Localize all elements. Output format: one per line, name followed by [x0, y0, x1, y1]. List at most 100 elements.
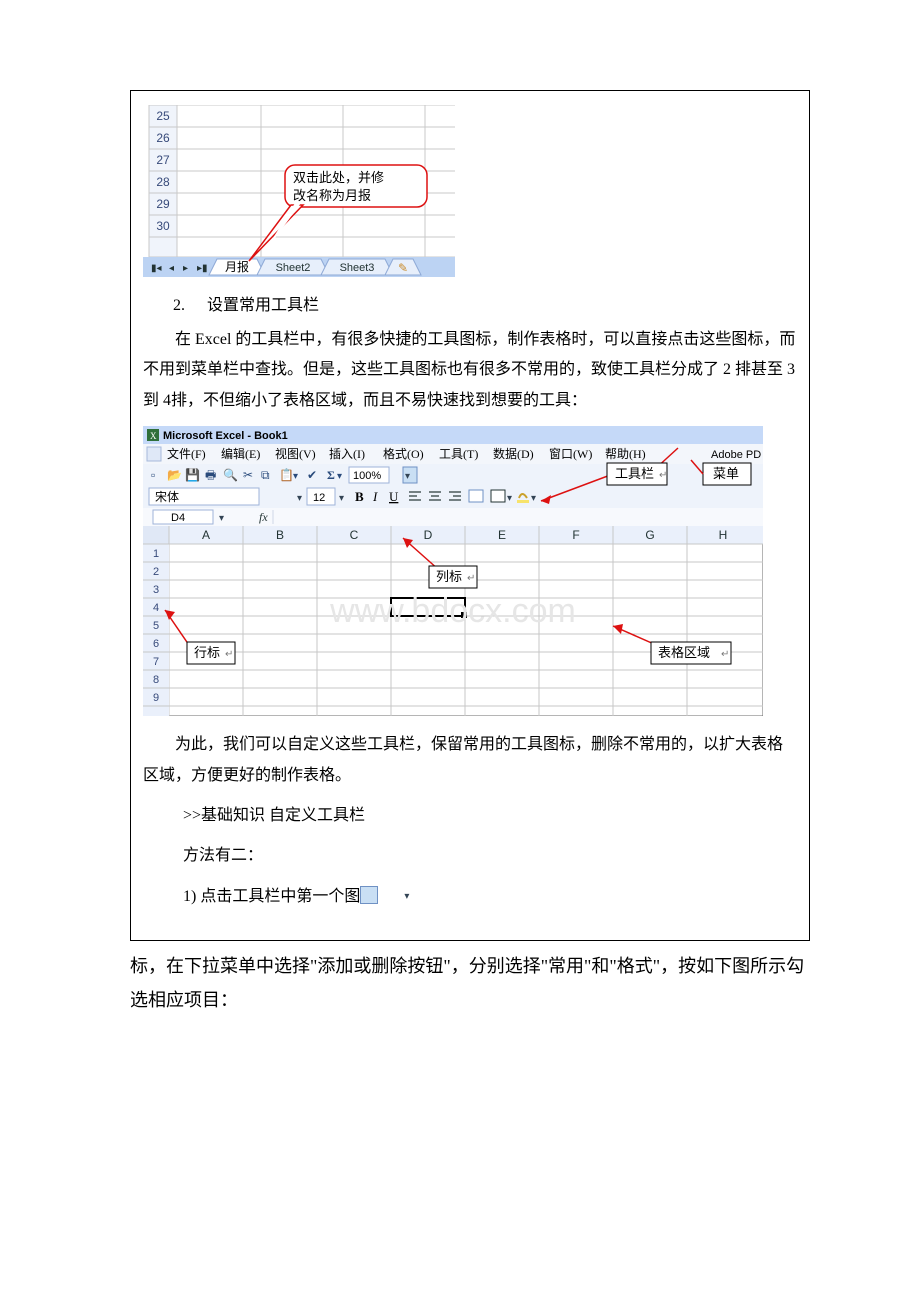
figure-sheet-tabs: 25 26 27 28 29 30 ▮◂ ◂ ▸ ▸▮ 月报 Sheet2 — [143, 105, 797, 277]
label-toolbar: 工具栏 — [615, 466, 654, 481]
para-method1-tail: 标，在下拉菜单中选择"添加或删除按钮"，分别选择"常用"和"格式"，按如下图所示… — [130, 949, 810, 1017]
autosum-icon[interactable]: Σ — [327, 468, 335, 482]
menu-adobe[interactable]: Adobe PD — [711, 449, 761, 461]
svg-text:▾: ▾ — [219, 513, 224, 524]
open-icon[interactable]: 📂 — [167, 468, 182, 482]
menu-format[interactable]: 格式(O) — [383, 446, 424, 461]
borders-icon[interactable] — [491, 490, 505, 502]
svg-text:↵: ↵ — [467, 573, 475, 584]
col-B[interactable]: B — [276, 528, 284, 542]
svg-text:X: X — [150, 431, 157, 441]
menu-data[interactable]: 数据(D) — [493, 446, 534, 461]
row-5[interactable]: 5 — [153, 620, 159, 632]
row-25: 25 — [156, 109, 170, 123]
paste-icon[interactable]: 📋 — [279, 468, 294, 482]
fx-icon[interactable]: fx — [259, 510, 268, 524]
col-C[interactable]: C — [350, 528, 359, 542]
para-method1-lead: 1) 点击工具栏中第一个图 — [143, 882, 797, 912]
para-methods: 方法有二： — [143, 841, 797, 871]
menu-view[interactable]: 视图(V) — [275, 446, 316, 461]
menu-insert[interactable]: 插入(I) — [329, 447, 365, 461]
svg-text:▾: ▾ — [337, 471, 342, 482]
figure-excel-window: X Microsoft Excel - Book1 文件(F) 编辑(E) 视图… — [143, 426, 797, 716]
svg-text:▾: ▾ — [531, 493, 536, 504]
zoom-value[interactable]: 100% — [353, 470, 381, 482]
preview-icon[interactable]: 🔍 — [223, 467, 238, 482]
label-grid-area: 表格区域 — [658, 645, 710, 660]
row-29: 29 — [156, 197, 170, 211]
format-painter-icon[interactable]: ✔ — [307, 468, 317, 482]
name-box[interactable]: D4 — [171, 512, 185, 524]
sheet-tab-2[interactable]: Sheet2 — [276, 262, 311, 274]
print-icon[interactable]: 🖶 — [205, 468, 216, 482]
row-28: 28 — [156, 175, 170, 189]
row-8[interactable]: 8 — [153, 674, 159, 686]
align-right-icon[interactable] — [449, 489, 461, 503]
merge-icon[interactable] — [469, 490, 483, 502]
sheet-tab-3[interactable]: Sheet3 — [340, 262, 375, 274]
menu-file[interactable]: 文件(F) — [167, 446, 206, 461]
bold-icon[interactable]: B — [355, 489, 364, 504]
row-7[interactable]: 7 — [153, 656, 159, 668]
row-4[interactable]: 4 — [153, 602, 159, 614]
underline-icon[interactable]: U — [389, 489, 399, 504]
svg-text:▾: ▾ — [339, 493, 344, 504]
para-link: >>基础知识 自定义工具栏 — [143, 801, 797, 831]
menu-window[interactable]: 窗口(W) — [549, 447, 592, 461]
align-center-icon[interactable] — [429, 489, 441, 503]
row-9[interactable]: 9 — [153, 692, 159, 704]
menu-tools[interactable]: 工具(T) — [439, 447, 478, 461]
font-name-value[interactable]: 宋体 — [155, 489, 179, 504]
col-G[interactable]: G — [645, 528, 654, 542]
title-bar-text: Microsoft Excel - Book1 — [163, 430, 288, 442]
align-left-icon[interactable] — [409, 489, 421, 503]
svg-text:▾: ▾ — [297, 493, 302, 504]
svg-text:▾: ▾ — [293, 471, 298, 482]
label-row-header: 行标 — [194, 645, 220, 660]
control-menu-icon[interactable] — [147, 447, 161, 461]
method1-lead-text: 1) 点击工具栏中第一个图 — [183, 888, 360, 905]
callout-line1: 双击此处，并修 — [293, 170, 384, 185]
row-2[interactable]: 2 — [153, 566, 159, 578]
watermark: www.bdocx.com — [329, 592, 576, 630]
row-30: 30 — [156, 219, 170, 233]
new-doc-icon[interactable]: ▫ — [151, 468, 155, 482]
italic-icon[interactable]: I — [372, 489, 378, 504]
row-26: 26 — [156, 131, 170, 145]
svg-text:↵: ↵ — [659, 470, 667, 481]
cut-icon[interactable]: ✂ — [243, 468, 253, 482]
menu-help[interactable]: 帮助(H) — [605, 447, 646, 461]
row-6[interactable]: 6 — [153, 638, 159, 650]
row-27: 27 — [156, 153, 170, 167]
menu-edit[interactable]: 编辑(E) — [221, 446, 260, 461]
col-E[interactable]: E — [498, 528, 506, 542]
page-frame: 25 26 27 28 29 30 ▮◂ ◂ ▸ ▸▮ 月报 Sheet2 — [130, 90, 810, 941]
col-A[interactable]: A — [202, 528, 210, 542]
row-1[interactable]: 1 — [153, 548, 159, 560]
font-size-value[interactable]: 12 — [313, 492, 325, 504]
new-sheet-icon[interactable]: ✎ — [398, 261, 408, 275]
heading-number: 2. — [173, 297, 207, 315]
svg-text:▾: ▾ — [405, 471, 410, 482]
col-F[interactable]: F — [572, 528, 579, 542]
svg-text:▾: ▾ — [507, 493, 512, 504]
copy-icon[interactable]: ⧉ — [261, 468, 270, 482]
col-D[interactable]: D — [424, 528, 433, 542]
svg-text:▮◂: ▮◂ — [151, 263, 162, 274]
label-column-header: 列标 — [436, 569, 462, 584]
label-menubar: 菜单 — [713, 466, 739, 481]
svg-text:↵: ↵ — [225, 649, 233, 660]
svg-text:▸▮: ▸▮ — [197, 263, 208, 274]
heading-toolbars: 2.设置常用工具栏 — [173, 291, 797, 315]
col-H[interactable]: H — [719, 528, 728, 542]
row-3[interactable]: 3 — [153, 584, 159, 596]
sheet-tab-1[interactable]: 月报 — [225, 259, 249, 274]
svg-text:◂: ◂ — [169, 263, 174, 274]
svg-text:↵: ↵ — [721, 649, 729, 660]
svg-text:▸: ▸ — [183, 263, 188, 274]
heading-text: 设置常用工具栏 — [207, 297, 319, 314]
para-customize: 为此，我们可以自定义这些工具栏，保留常用的工具图标，删除不常用的，以扩大表格区域… — [143, 730, 797, 791]
toolbar-dropdown-icon — [360, 886, 378, 904]
callout-line2: 改名称为月报 — [293, 188, 371, 203]
save-icon[interactable]: 💾 — [185, 468, 200, 482]
